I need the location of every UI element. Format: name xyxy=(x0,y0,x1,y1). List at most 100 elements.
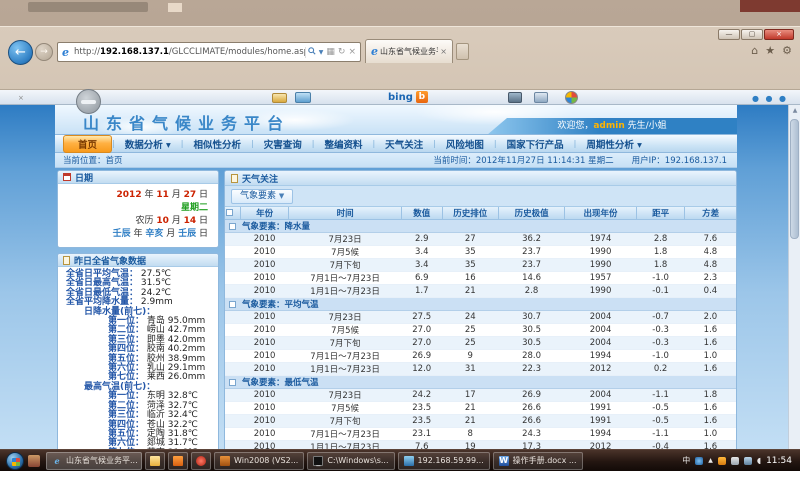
back-button[interactable]: ← xyxy=(8,40,33,65)
welcome-banner: 欢迎您，admin 先生/小姐 xyxy=(487,118,737,135)
tray-security-icon[interactable] xyxy=(718,457,726,465)
table-row[interactable]: 20107月23日2.92736.219742.87.6 xyxy=(225,233,736,246)
nav-item-3[interactable]: 灾害查询 xyxy=(254,136,312,152)
stop-icon[interactable]: × xyxy=(348,47,356,57)
refresh-icon[interactable]: ↻ xyxy=(338,47,346,57)
table-cell: 2010 xyxy=(240,350,289,363)
taskbar-media-button[interactable] xyxy=(191,452,211,470)
element-filter-button[interactable]: 气象要素 ▼ xyxy=(231,189,293,204)
nav-item-0[interactable]: 首页 xyxy=(63,135,112,153)
table-row[interactable]: 20107月下旬3.43523.719901.84.8 xyxy=(225,259,736,272)
site-header: 山东省气候业务平台 欢迎您，admin 先生/小姐 xyxy=(55,105,737,135)
row-select-cell xyxy=(225,363,240,376)
scroll-up-icon[interactable]: ▲ xyxy=(789,105,800,117)
taskbar-button-1[interactable]: _C:\Windows\s... xyxy=(307,452,394,470)
new-tab-button[interactable] xyxy=(456,43,469,60)
table-cell: 1.6 xyxy=(685,402,736,415)
nav-item-5[interactable]: 天气关注 xyxy=(375,136,433,152)
table-row[interactable]: 20107月下旬27.02530.52004-0.31.6 xyxy=(225,337,736,350)
taskbar-button-3[interactable]: W操作手册.docx ... xyxy=(493,452,583,470)
table-cell: 2010 xyxy=(240,246,289,259)
group-checkbox[interactable] xyxy=(229,379,236,386)
group-checkbox[interactable] xyxy=(229,301,236,308)
nav-item-2[interactable]: 相似性分析 xyxy=(184,136,252,152)
table-row[interactable]: 20101月1日～7月23日12.03122.320120.21.6 xyxy=(225,363,736,376)
table-cell: 1994 xyxy=(565,428,637,441)
table-cell: 26.6 xyxy=(498,402,564,415)
scrollbar-thumb[interactable] xyxy=(790,119,799,239)
table-cell: 1974 xyxy=(565,233,637,246)
envelope-icon[interactable] xyxy=(295,92,311,103)
background-window-fragment xyxy=(28,2,148,12)
toolbar-close-icon[interactable]: × xyxy=(18,94,24,102)
apps-flower-icon[interactable] xyxy=(565,91,578,104)
nav-item-7[interactable]: 国家下行产品 xyxy=(497,136,574,152)
taskbar-button-2[interactable]: 192.168.59.99... xyxy=(398,452,490,470)
tray-app-icon[interactable] xyxy=(695,457,703,465)
settings-gear-icon[interactable]: ⚙ xyxy=(782,44,792,57)
table-row[interactable]: 20107月5候23.52126.61991-0.51.6 xyxy=(225,402,736,415)
table-row[interactable]: 20107月下旬23.52126.61991-0.51.6 xyxy=(225,415,736,428)
action-center-flag-icon[interactable] xyxy=(731,457,739,465)
table-row[interactable]: 20107月1日～7月23日23.1824.31994-1.11.0 xyxy=(225,428,736,441)
camera-icon[interactable] xyxy=(508,92,522,103)
url-text[interactable]: http://192.168.137.1/GLCCLIMATE/modules/… xyxy=(71,47,305,57)
select-all-checkbox[interactable] xyxy=(226,209,233,216)
volume-icon[interactable]: ◖ xyxy=(757,456,761,465)
group-header-row[interactable]: 气象要素：降水量 xyxy=(225,220,736,233)
taskbar-app-button[interactable] xyxy=(168,452,188,470)
compatibility-view-icon[interactable]: ▦ xyxy=(326,47,335,57)
nav-item-8[interactable]: 周期性分析 ▾ xyxy=(576,136,652,152)
language-indicator[interactable]: 中 xyxy=(682,455,690,466)
search-icon[interactable] xyxy=(308,47,316,58)
table-row[interactable]: 20107月1日～7月23日6.91614.61957-1.02.3 xyxy=(225,272,736,285)
nav-item-4[interactable]: 整编资料 xyxy=(314,136,372,152)
network-icon[interactable] xyxy=(744,457,752,465)
lunar-date-token: 农历 xyxy=(135,216,156,226)
table-row[interactable]: 20107月1日～7月23日26.9928.01994-1.01.0 xyxy=(225,350,736,363)
row-select-cell xyxy=(225,246,240,259)
start-button[interactable] xyxy=(6,452,24,470)
address-bar[interactable]: e http://192.168.137.1/GLCCLIMATE/module… xyxy=(57,42,361,62)
table-cell: 8 xyxy=(442,428,498,441)
table-cell: 30.5 xyxy=(498,324,564,337)
group-header-cell: 气象要素：最低气温 xyxy=(225,376,736,389)
nav-item-6[interactable]: 风险地图 xyxy=(436,136,494,152)
user-ip: 用户IP：192.168.137.1 xyxy=(632,154,727,166)
table-cell: 1.8 xyxy=(685,389,736,402)
clock[interactable]: 11:54 xyxy=(766,456,792,466)
table-row[interactable]: 20101月1日～7月23日1.7212.81990-0.10.4 xyxy=(225,285,736,298)
screenshot-icon[interactable] xyxy=(534,92,548,103)
stat-value: 2.9mm xyxy=(138,297,173,307)
group-header-row[interactable]: 气象要素：最低气温 xyxy=(225,376,736,389)
show-hidden-icons[interactable]: ▲ xyxy=(708,457,713,464)
browser-tab[interactable]: e 山东省气候业务平... × xyxy=(365,39,453,63)
favorites-star-icon[interactable]: ★ xyxy=(765,44,775,57)
taskbar-ie-button[interactable]: e 山东省气候业务平... xyxy=(46,452,142,470)
taskbar-explorer-button[interactable] xyxy=(145,452,165,470)
taskbar-button-0[interactable]: Win2008 (VS2... xyxy=(214,452,304,470)
table-cell: 23.5 xyxy=(401,415,442,428)
group-header-row[interactable]: 气象要素：平均气温 xyxy=(225,298,736,311)
table-row[interactable]: 20107月5候27.02530.52004-0.31.6 xyxy=(225,324,736,337)
pinned-app-icon[interactable] xyxy=(28,455,40,467)
forward-button[interactable]: → xyxy=(35,43,53,61)
table-row[interactable]: 20107月23日27.52430.72004-0.72.0 xyxy=(225,311,736,324)
blocked-content-icon[interactable] xyxy=(76,89,101,114)
home-icon[interactable]: ⌂ xyxy=(751,44,758,57)
bing-square-icon: b xyxy=(416,91,428,103)
tab-close-icon[interactable]: × xyxy=(438,47,449,56)
mail-card-icon[interactable] xyxy=(272,93,287,103)
table-row[interactable]: 20107月23日24.21726.92004-1.11.8 xyxy=(225,389,736,402)
bing-toolbar-logo[interactable]: bing b xyxy=(388,91,428,103)
nav-item-1[interactable]: 数据分析 ▾ xyxy=(115,136,181,152)
lunar-date-token: 月 xyxy=(169,216,184,226)
row-select-cell xyxy=(225,272,240,285)
vertical-scrollbar[interactable]: ▲ ▼ xyxy=(788,105,800,498)
toolbar-more-icon[interactable]: ● ● ● xyxy=(752,94,788,103)
table-cell: 1994 xyxy=(565,350,637,363)
address-dropdown-icon[interactable]: ▼ xyxy=(319,49,324,56)
gregorian-date-token: 11 xyxy=(156,190,169,200)
table-row[interactable]: 20107月5候3.43523.719901.84.8 xyxy=(225,246,736,259)
group-checkbox[interactable] xyxy=(229,223,236,230)
